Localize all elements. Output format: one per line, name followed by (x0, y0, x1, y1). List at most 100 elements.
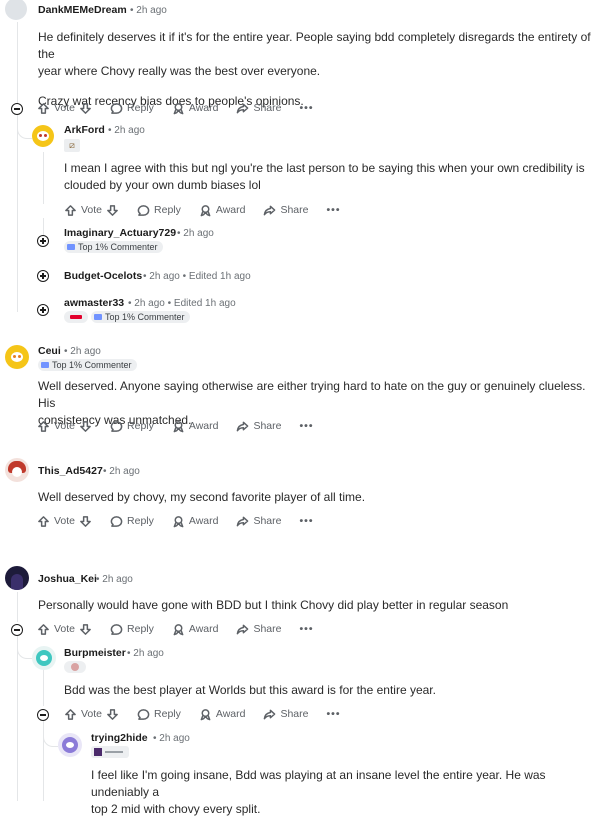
timestamp: • 2h ago (127, 648, 164, 659)
timestamp: • 2h ago • Edited 1h ago (143, 271, 251, 282)
avatar[interactable] (32, 646, 56, 670)
username[interactable]: awmaster33 (64, 297, 124, 309)
flair-icon (94, 314, 102, 320)
reply-button[interactable]: Reply (110, 623, 154, 636)
award-button[interactable]: Award (172, 515, 218, 528)
flair-icon (67, 244, 75, 250)
arrow-down-icon[interactable] (106, 708, 119, 721)
award-button[interactable]: Award (172, 102, 218, 115)
username[interactable]: Ceui (38, 345, 61, 357)
username[interactable]: trying2hide (91, 732, 148, 744)
arrow-down-icon[interactable] (79, 623, 92, 636)
username[interactable]: DankMEMeDream (38, 4, 127, 16)
timestamp: • 2h ago (108, 125, 145, 136)
timestamp: • 2h ago (153, 733, 190, 744)
timestamp: • 2h ago (96, 574, 133, 585)
reply-button[interactable]: Reply (137, 204, 181, 217)
reply-label: Reply (154, 708, 181, 720)
arrow-up-icon[interactable] (37, 420, 50, 433)
award-button[interactable]: Award (199, 708, 245, 721)
share-label: Share (253, 623, 282, 635)
vote-group: Vote (37, 420, 92, 433)
share-arrow-icon (264, 709, 276, 719)
flair-text: Top 1% Commenter (105, 312, 185, 322)
username[interactable]: Burpmeister (64, 647, 126, 659)
vote-group: Vote (37, 515, 92, 528)
share-button[interactable]: Share (263, 204, 309, 217)
share-button[interactable]: Share (236, 102, 282, 115)
comment-line: year where Chovy really was the best ove… (38, 64, 321, 78)
share-button[interactable]: Share (236, 420, 282, 433)
share-button[interactable]: Share (236, 623, 282, 636)
ellipsis-icon[interactable]: ••• (327, 204, 341, 216)
reply-button[interactable]: Reply (110, 420, 154, 433)
user-flair: Top 1% Commenter (64, 241, 163, 253)
arrow-up-icon[interactable] (37, 623, 50, 636)
username[interactable]: This_Ad5427 (38, 465, 103, 477)
arrow-up-icon[interactable] (37, 515, 50, 528)
arrow-down-icon[interactable] (79, 420, 92, 433)
share-arrow-icon (237, 516, 249, 526)
ellipsis-icon[interactable]: ••• (327, 708, 341, 720)
avatar[interactable] (5, 0, 27, 20)
reply-button[interactable]: Reply (110, 102, 154, 115)
award-ribbon-icon (173, 515, 184, 527)
share-button[interactable]: Share (263, 708, 309, 721)
thread-branch (17, 640, 32, 659)
arrow-down-icon[interactable] (106, 204, 119, 217)
plus-circle-icon[interactable] (37, 304, 49, 316)
ellipsis-icon[interactable]: ••• (300, 102, 314, 114)
award-button[interactable]: Award (172, 420, 219, 433)
thread-branch (17, 122, 32, 139)
award-label: Award (188, 420, 219, 432)
comment-line: He definitely deserves it if it's for th… (38, 30, 591, 61)
reply-button[interactable]: Reply (137, 708, 181, 721)
plus-circle-icon[interactable] (37, 235, 49, 247)
comment-line: I mean I agree with this but ngl you're … (64, 161, 585, 175)
ellipsis-icon[interactable]: ••• (300, 623, 314, 635)
share-arrow-icon (237, 421, 249, 431)
reply-button[interactable]: Reply (110, 515, 154, 528)
share-label: Share (253, 420, 282, 432)
award-button[interactable]: Award (199, 204, 246, 217)
vote-group: Vote (64, 204, 119, 217)
minus-circle-icon[interactable] (37, 709, 49, 721)
flair-text: Top 1% Commenter (78, 242, 158, 252)
share-button[interactable]: Share (236, 515, 282, 528)
arrow-down-icon[interactable] (79, 515, 92, 528)
vote-count: Vote (81, 204, 103, 216)
award-label: Award (215, 204, 246, 216)
ellipsis-icon[interactable]: ••• (300, 515, 314, 527)
avatar[interactable] (5, 458, 29, 482)
arrow-up-icon[interactable] (64, 708, 77, 721)
share-arrow-icon (237, 624, 249, 634)
avatar[interactable] (58, 733, 82, 757)
flair-text: Top 1% Commenter (52, 360, 132, 370)
reply-label: Reply (127, 420, 154, 432)
vote-count: Vote (54, 420, 76, 432)
reply-label: Reply (154, 204, 181, 216)
speech-bubble-icon (110, 420, 123, 432)
plus-circle-icon[interactable] (37, 270, 49, 282)
username[interactable]: Imaginary_Actuary729 (64, 227, 176, 239)
minus-circle-icon[interactable] (11, 624, 23, 636)
arrow-up-icon[interactable] (37, 102, 50, 115)
arrow-up-icon[interactable] (64, 204, 77, 217)
username[interactable]: Budget-Ocelots (64, 270, 142, 282)
avatar[interactable] (32, 125, 54, 147)
vote-group: Vote (37, 102, 92, 115)
username[interactable]: Joshua_Kei (38, 573, 97, 585)
comment-body: Personally would have gone with BDD but … (38, 597, 598, 614)
username[interactable]: ArkFord (64, 124, 105, 136)
avatar[interactable] (5, 345, 29, 369)
award-label: Award (188, 623, 219, 635)
minus-circle-icon[interactable] (11, 103, 23, 115)
comment-line: top 2 mid with chovy every split. (91, 802, 261, 816)
ellipsis-icon[interactable]: ••• (300, 420, 314, 432)
arrow-down-icon[interactable] (79, 102, 92, 115)
thread-line (17, 636, 18, 801)
avatar[interactable] (5, 566, 29, 590)
comment-line: I feel like I'm going insane, Bdd was pl… (91, 768, 546, 799)
award-button[interactable]: Award (172, 623, 219, 636)
reply-label: Reply (127, 623, 154, 635)
